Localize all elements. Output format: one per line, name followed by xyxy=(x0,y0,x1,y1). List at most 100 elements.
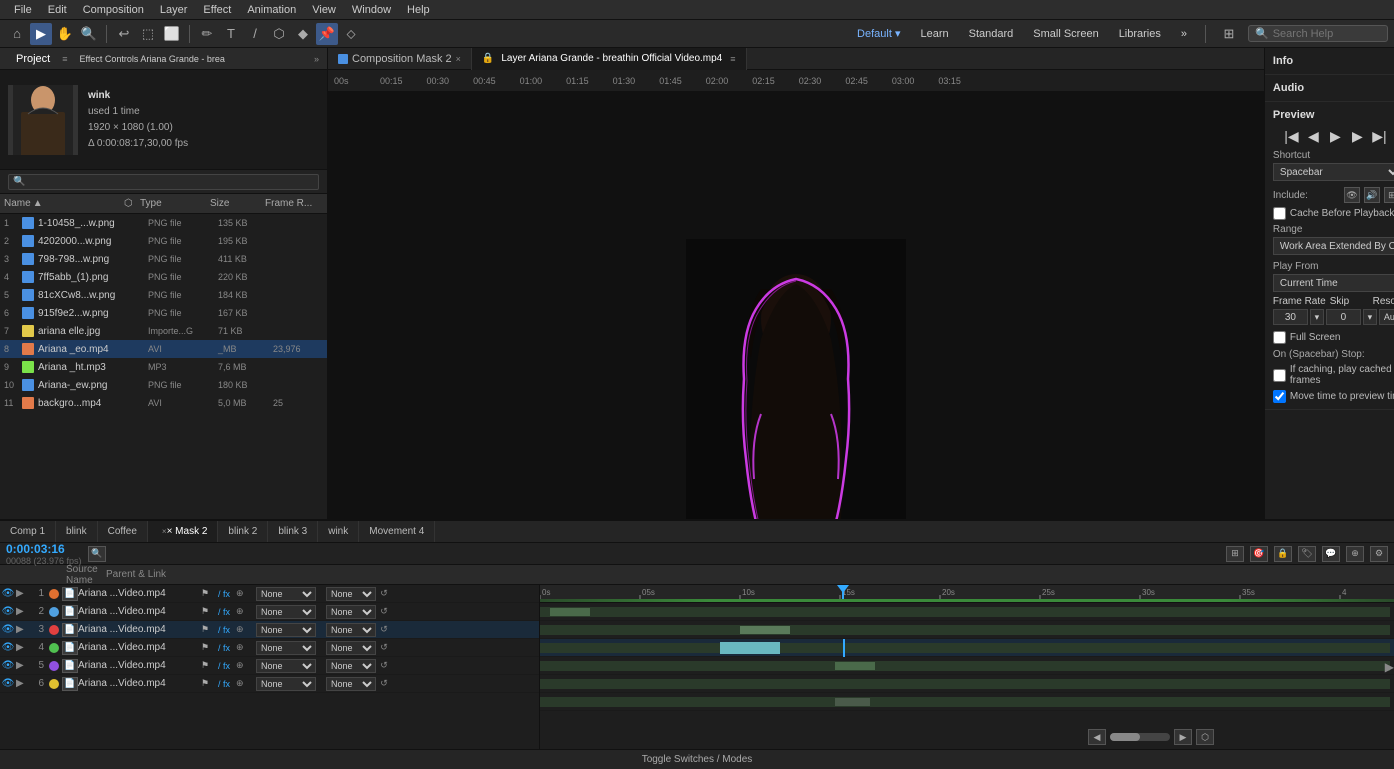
pin-tool[interactable]: 📌 xyxy=(316,23,338,45)
hand-tool[interactable]: ✋ xyxy=(54,23,76,45)
tl-zoom-in[interactable]: ▶ xyxy=(1174,729,1192,745)
col-type-header[interactable]: Type xyxy=(140,198,210,209)
extra-tool[interactable]: ⬦ xyxy=(340,23,362,45)
pen-tool[interactable]: ✏ xyxy=(196,23,218,45)
toggle-switches-label[interactable]: Toggle Switches / Modes xyxy=(642,754,753,765)
cache-checkbox[interactable] xyxy=(1273,207,1286,220)
ws-libraries[interactable]: Libraries xyxy=(1113,26,1167,42)
fill-tool[interactable]: ◆ xyxy=(292,23,314,45)
solo-btn[interactable]: 🎯 xyxy=(1250,546,1268,562)
ws-default[interactable]: Default ▾ xyxy=(851,25,906,42)
skip-end-btn[interactable]: ▶| xyxy=(1369,126,1389,146)
play-pause-btn[interactable]: ▶ xyxy=(1325,126,1345,146)
layer-mode-6[interactable]: None xyxy=(256,677,316,691)
layer-expand-2[interactable]: ▶ xyxy=(16,606,28,617)
layer-fx-6[interactable]: / fx xyxy=(212,679,236,689)
col-size-header[interactable]: Size xyxy=(210,198,265,209)
next-btn[interactable]: ▶ xyxy=(1347,126,1367,146)
file-row-7[interactable]: 7 ariana elle.jpg Importe...G 71 KB xyxy=(0,322,327,340)
search-layer-btn[interactable]: 🔍 xyxy=(88,546,106,562)
layer-parent-3[interactable]: None xyxy=(326,623,376,637)
layer-row-1[interactable]: 👁 ▶ 1 📄 Ariana ...Video.mp4 ⚑ / fx ⊕ Non… xyxy=(0,585,539,603)
if-caching-checkbox[interactable] xyxy=(1273,369,1286,382)
tl-tab-comp1[interactable]: Comp 1 xyxy=(0,521,56,543)
overflow-include-icon[interactable]: ⊞ xyxy=(1384,187,1394,203)
layer-expand-4[interactable]: ▶ xyxy=(16,642,28,653)
panel-menu-icon[interactable]: » xyxy=(314,54,319,64)
layer-mode-3[interactable]: None xyxy=(256,623,316,637)
layer-parent-1[interactable]: None xyxy=(326,587,376,601)
layer-parent-5[interactable]: None xyxy=(326,659,376,673)
settings-btn[interactable]: ⚙ xyxy=(1370,546,1388,562)
project-tab[interactable]: Project xyxy=(8,53,58,65)
lock-btn[interactable]: 🔒 xyxy=(1274,546,1292,562)
skip-start-btn[interactable]: |◀ xyxy=(1281,126,1301,146)
comp-tab-layer[interactable]: 🔒 Layer Ariana Grande - breathin Officia… xyxy=(472,48,747,70)
menu-edit[interactable]: Edit xyxy=(40,0,75,19)
menu-view[interactable]: View xyxy=(304,0,344,19)
rect-tool[interactable]: ⬚ xyxy=(137,23,159,45)
menu-composition[interactable]: Composition xyxy=(75,0,152,19)
menu-file[interactable]: File xyxy=(6,0,40,19)
menu-help[interactable]: Help xyxy=(399,0,438,19)
tl-tab-blink3[interactable]: blink 3 xyxy=(268,521,318,543)
layer-row-4[interactable]: 👁 ▶ 4 📄 Ariana ...Video.mp4 ⚑ / fx ⊕ Non… xyxy=(0,639,539,657)
col-fr-header[interactable]: Frame R... xyxy=(265,198,315,209)
layer-row-6[interactable]: 👁 ▶ 6 📄 Ariana ...Video.mp4 ⚑ / fx ⊕ Non… xyxy=(0,675,539,693)
layer-tab-menu[interactable]: ≡ xyxy=(730,54,735,64)
tl-tab-blink[interactable]: blink xyxy=(56,521,98,543)
ws-small-screen[interactable]: Small Screen xyxy=(1027,26,1104,42)
layer-expand-5[interactable]: ▶ xyxy=(16,660,28,671)
ws-more[interactable]: » xyxy=(1175,26,1193,42)
shape-tool[interactable]: ⬡ xyxy=(268,23,290,45)
menu-effect[interactable]: Effect xyxy=(195,0,239,19)
resolution-select[interactable]: Auto xyxy=(1379,309,1394,325)
tl-zoom-out[interactable]: ◀ xyxy=(1088,729,1106,745)
layer-parent-pick-1[interactable]: ↺ xyxy=(376,588,392,599)
layer-parent-pick-4[interactable]: ↺ xyxy=(376,642,392,653)
extensions-btn[interactable]: ⊞ xyxy=(1218,23,1240,45)
menu-animation[interactable]: Animation xyxy=(239,0,304,19)
layer-mode-1[interactable]: None xyxy=(256,587,316,601)
ws-learn[interactable]: Learn xyxy=(914,26,954,42)
project-search-input[interactable] xyxy=(8,174,319,190)
layer-eye-2[interactable]: 👁 xyxy=(0,606,16,617)
layer-mode-5[interactable]: None xyxy=(256,659,316,673)
search-input[interactable] xyxy=(1273,28,1381,40)
comp-tab-close[interactable]: × xyxy=(456,54,461,64)
ws-standard[interactable]: Standard xyxy=(963,26,1020,42)
layer-fx-3[interactable]: / fx xyxy=(212,625,236,635)
tl-tab-mask2[interactable]: × × Mask 2 xyxy=(148,521,219,543)
rect2-tool[interactable]: ⬜ xyxy=(161,23,183,45)
tl-tab-blink2[interactable]: blink 2 xyxy=(218,521,268,543)
range-select[interactable]: Work Area Extended By Current _ xyxy=(1273,237,1394,255)
prev-btn[interactable]: ◀ xyxy=(1303,126,1323,146)
layer-fx-2[interactable]: / fx xyxy=(212,607,236,617)
file-row-3[interactable]: 3 798-798...w.png PNG file 411 KB xyxy=(0,250,327,268)
layer-mode-4[interactable]: None xyxy=(256,641,316,655)
layer-fx-5[interactable]: / fx xyxy=(212,661,236,671)
frame-rate-input[interactable]: 30 xyxy=(1273,309,1308,325)
text-tool[interactable]: T xyxy=(220,23,242,45)
layer-fx-4[interactable]: / fx xyxy=(212,643,236,653)
file-row-1[interactable]: 1 1-10458_...w.png PNG file 135 KB xyxy=(0,214,327,232)
layer-mode-2[interactable]: None xyxy=(256,605,316,619)
file-row-10[interactable]: 10 Ariana-_ew.png PNG file 180 KB xyxy=(0,376,327,394)
layer-eye-4[interactable]: 👁 xyxy=(0,642,16,653)
tl-zoom-slider[interactable] xyxy=(1110,733,1170,741)
col-name-header[interactable]: Name ▲ xyxy=(4,198,124,209)
layer-eye-6[interactable]: 👁 xyxy=(0,678,16,689)
layer-eye-1[interactable]: 👁 xyxy=(0,588,16,599)
file-row-8[interactable]: 8 Ariana _eo.mp4 AVI _MB 23,976 xyxy=(0,340,327,358)
tl-tab-coffee[interactable]: Coffee xyxy=(98,521,148,543)
layer-parent-pick-5[interactable]: ↺ xyxy=(376,660,392,671)
file-row-11[interactable]: 11 backgro...mp4 AVI 5,0 MB 25 xyxy=(0,394,327,412)
layer-parent-4[interactable]: None xyxy=(326,641,376,655)
zoom-tool[interactable]: 🔍 xyxy=(78,23,100,45)
expand-all-btn[interactable]: ⊕ xyxy=(1346,546,1364,562)
switches-btn[interactable]: ⊞ xyxy=(1226,546,1244,562)
label-btn[interactable]: 🏷 xyxy=(1298,546,1316,562)
file-row-5[interactable]: 5 81cXCw8...w.png PNG file 184 KB xyxy=(0,286,327,304)
layer-parent-pick-2[interactable]: ↺ xyxy=(376,606,392,617)
file-row-9[interactable]: 9 Ariana _ht.mp3 MP3 7,6 MB xyxy=(0,358,327,376)
